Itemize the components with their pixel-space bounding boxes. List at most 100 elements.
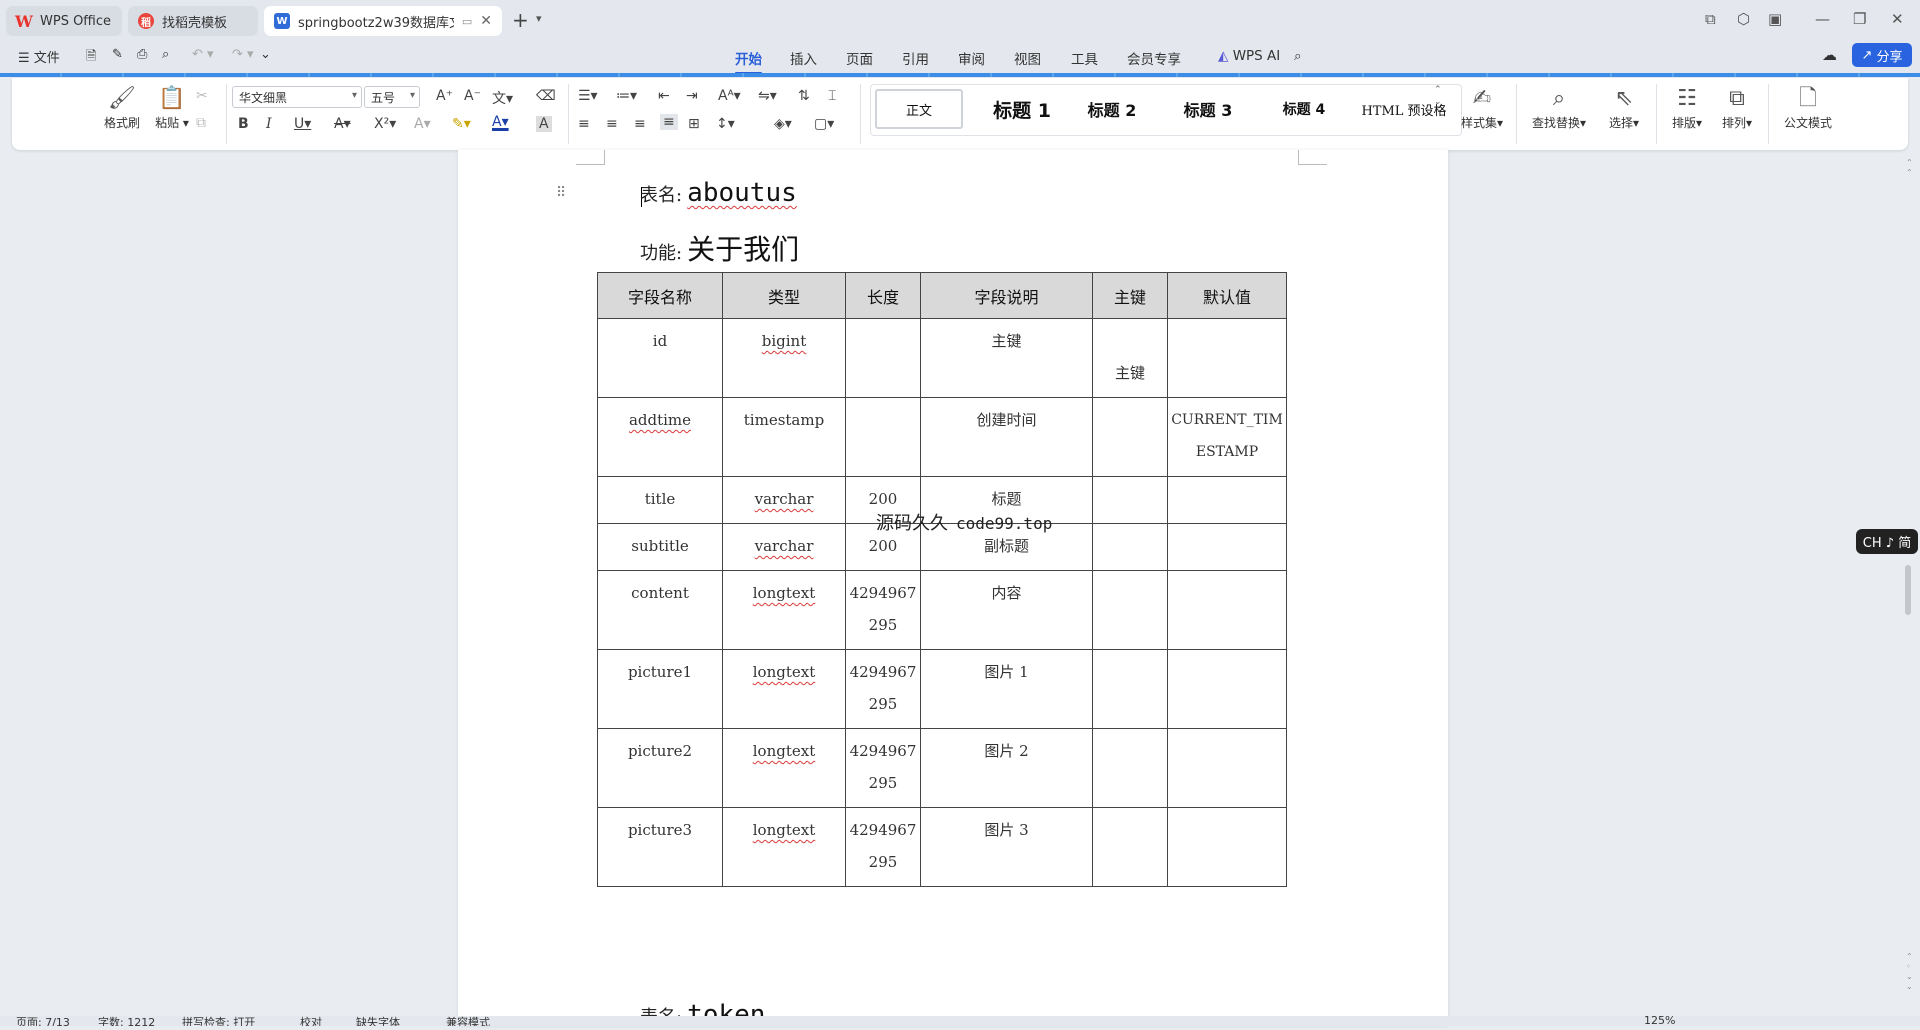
more-chevron-icon[interactable]: ⌄	[260, 47, 271, 62]
align-center-icon[interactable]: ≡	[606, 116, 618, 132]
style-heading-2[interactable]: 标题 2	[1069, 89, 1155, 129]
tab-member[interactable]: 会员专享	[1127, 48, 1181, 68]
copy-icon[interactable]: ⧉	[196, 115, 206, 131]
watermark-url: code99.top	[956, 514, 1053, 533]
decrease-indent-icon[interactable]: ⇤	[658, 88, 670, 104]
font-size-select[interactable]: 五号 ▾	[364, 86, 420, 108]
style-html-preformatted[interactable]: HTML 预设格	[1349, 89, 1459, 129]
tab-page[interactable]: 页面	[846, 48, 873, 68]
tab-insert[interactable]: 插入	[790, 48, 817, 68]
show-marks-icon[interactable]: ⌶	[828, 88, 836, 104]
cloud-upload-icon[interactable]: ☁	[1822, 46, 1837, 64]
avatar[interactable]: ▣	[1768, 10, 1782, 28]
border-icon[interactable]: ▢▾	[814, 116, 834, 132]
font-color-icon[interactable]: A▾	[492, 114, 509, 130]
style-set-button[interactable]: ✍ 样式集▾	[1454, 86, 1510, 131]
drag-handle-icon[interactable]: ⠿	[556, 185, 566, 201]
status-page[interactable]: 页面: 7/13	[16, 1016, 70, 1026]
minimize-icon[interactable]: —	[1815, 10, 1830, 28]
official-mode-button[interactable]: 🗋 公文模式	[1778, 86, 1838, 131]
chevron-down-icon[interactable]: ▾	[536, 12, 542, 25]
window-tile-icon[interactable]: ⧉	[1705, 10, 1716, 28]
cell-type: timestamp	[722, 397, 846, 477]
shading-icon[interactable]: ◈▾	[774, 116, 792, 132]
file-menu[interactable]: ☰ 文件	[18, 47, 60, 66]
style-normal[interactable]: 正文	[875, 89, 963, 129]
cut-icon[interactable]: ✂	[196, 88, 208, 104]
vertical-scrollbar-thumb[interactable]	[1905, 565, 1911, 615]
align-left-icon[interactable]: ≡	[578, 116, 590, 132]
scroll-up-icon[interactable]: ⌃ ⌃	[1906, 158, 1913, 178]
strikethrough-icon[interactable]: A▾	[334, 116, 351, 132]
highlight-icon[interactable]: ✎▾	[452, 116, 471, 132]
underline-icon[interactable]: U▾	[294, 116, 311, 132]
style-gallery-scroll-icon[interactable]: ⌃ ⌄	[1434, 84, 1442, 108]
format-painter-button[interactable]: 🖌 格式刷	[100, 86, 144, 131]
font-grow-icon[interactable]: A⁺	[436, 88, 453, 104]
tab-docer-templates[interactable]: 稻 找稻壳模板	[128, 6, 258, 36]
undo-icon[interactable]: ↶ ▾	[192, 47, 214, 62]
find-replace-button[interactable]: ⌕ 查找替换▾	[1526, 86, 1592, 131]
new-tab-icon[interactable]: +	[512, 8, 529, 32]
char-shading-icon[interactable]: A	[536, 116, 552, 132]
save-icon[interactable]: 🗎	[86, 47, 96, 69]
increase-indent-icon[interactable]: ⇥	[686, 88, 698, 104]
monitor-icon[interactable]: ▭	[462, 15, 472, 28]
table-row: addtime timestamp 创建时间 CURRENT_TIMESTAMP	[597, 397, 1287, 477]
numbered-list-icon[interactable]: ≔▾	[616, 88, 637, 104]
share-button[interactable]: ↗ 分享	[1852, 43, 1912, 67]
tab-home[interactable]: 开始	[735, 48, 762, 74]
input-method-indicator[interactable]: CH ♪ 简	[1856, 529, 1918, 554]
bullet-list-icon[interactable]: ☰▾	[578, 88, 598, 104]
select-button[interactable]: ⇖ 选择▾	[1600, 86, 1648, 131]
print-icon[interactable]: ⎙	[137, 47, 147, 62]
restore-icon[interactable]: ❐	[1853, 10, 1866, 28]
phonetic-icon[interactable]: 文▾	[492, 88, 513, 108]
tab-view[interactable]: 视图	[1014, 48, 1041, 68]
style-heading-3[interactable]: 标题 3	[1165, 89, 1251, 129]
cube-icon[interactable]: ⬡	[1737, 10, 1750, 28]
status-missing-font[interactable]: 缺失字体	[356, 1016, 400, 1026]
bold-icon[interactable]: B	[238, 116, 249, 132]
status-zoom[interactable]: 125%	[1644, 1016, 1675, 1026]
layout-button[interactable]: ☷ 排版▾	[1664, 86, 1710, 131]
print-preview-icon[interactable]: ⌕	[162, 47, 169, 62]
font-shrink-icon[interactable]: A⁻	[464, 88, 481, 104]
align-justify-icon[interactable]: ≡	[660, 114, 678, 130]
arrange-button[interactable]: ⧉ 排列▾	[1714, 86, 1760, 131]
paste-button[interactable]: 📋 粘贴 ▾	[150, 86, 194, 131]
page-nav-icon[interactable]: ⌃ ◦ ⌄ ⌄	[1906, 952, 1913, 992]
wps-ai-button[interactable]: ◭ WPS AI	[1218, 48, 1280, 64]
line-spacing-icon[interactable]: ↕▾	[716, 116, 735, 132]
align-right-icon[interactable]: ≡	[634, 116, 646, 132]
style-heading-1[interactable]: 标题 1	[979, 89, 1065, 129]
distribute-icon[interactable]: ⊞	[688, 116, 700, 132]
text-direction-icon[interactable]: Aᴬ▾	[718, 88, 741, 104]
cell-description: 图片 3	[920, 807, 1093, 887]
italic-icon[interactable]: I	[266, 116, 272, 132]
table-header-row: 字段名称 类型 长度 字段说明 主键 默认值	[597, 272, 1287, 319]
search-icon[interactable]: ⌕	[1294, 48, 1302, 64]
field-table[interactable]: 字段名称 类型 长度 字段说明 主键 默认值 id bigint 主键 主键 a…	[597, 272, 1287, 887]
status-word-count[interactable]: 字数: 1212	[98, 1016, 155, 1026]
text-effect-icon[interactable]: A▾	[414, 116, 431, 132]
clear-format-icon[interactable]: ⌫	[536, 88, 556, 104]
tab-tools[interactable]: 工具	[1071, 48, 1098, 68]
close-tab-icon[interactable]: ✕	[480, 13, 492, 29]
tab-wps-office[interactable]: W WPS Office	[6, 6, 122, 36]
superscript-icon[interactable]: X²▾	[374, 116, 396, 132]
style-heading-4[interactable]: 标题 4	[1261, 89, 1347, 129]
sort-icon[interactable]: ⇅	[798, 88, 810, 104]
status-proof[interactable]: 校对	[300, 1016, 322, 1026]
font-name-select[interactable]: 华文细黑 ▾	[232, 86, 362, 108]
cell-primary-key: 主键	[1092, 318, 1168, 398]
tab-active-document[interactable]: W springbootz2w39数据库文 ▭ ✕	[264, 6, 502, 36]
tab-review[interactable]: 审阅	[958, 48, 985, 68]
cell-field-name: id	[597, 318, 723, 398]
paragraph-sort-icon[interactable]: ⇋▾	[758, 88, 777, 104]
redo-icon[interactable]: ↷ ▾	[232, 47, 254, 62]
status-spell-check[interactable]: 拼写检查: 打开	[182, 1016, 255, 1026]
close-window-icon[interactable]: ✕	[1891, 10, 1904, 28]
tab-references[interactable]: 引用	[902, 48, 929, 68]
edit-icon[interactable]: ✎	[112, 47, 123, 62]
